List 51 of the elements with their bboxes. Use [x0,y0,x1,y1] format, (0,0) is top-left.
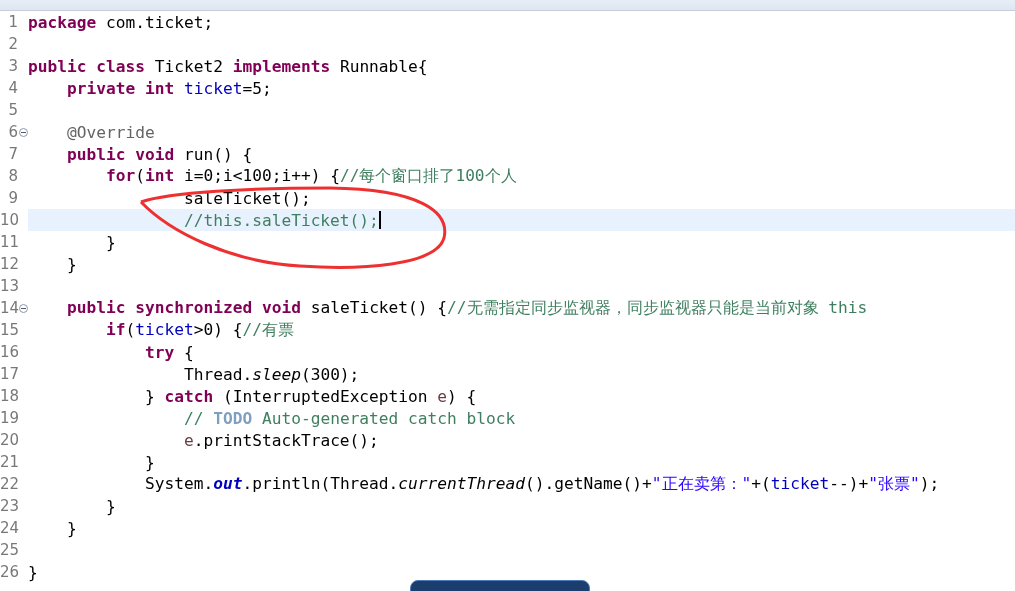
fold-toggle-icon[interactable] [19,303,28,313]
code-line: public class Ticket2 implements Runnable{ [28,56,428,76]
line-number: 2 [7,35,18,53]
line-number: 3 [7,57,18,75]
text-caret [378,211,381,229]
code-line: System.out.println(Thread.currentThread().getName()+"正在卖第："+(ticket--)+"张票"); [143,473,940,495]
line-number: 25 [0,541,18,559]
line-number: 17 [0,365,18,383]
line-number: 26 [0,563,18,581]
line-number: 13 [0,277,18,295]
line-number: 15 [0,321,18,339]
line-number: 9 [7,189,18,207]
line-number: 5 [7,101,18,119]
line-number: 11 [0,233,18,251]
code-line: public synchronized void saleTicket() {//无需指定同步监视器，同步监视器只能是当前对象 this [65,297,868,319]
code-line: public void run() { [65,144,253,164]
code-line: //this.saleTicket(); [182,210,379,230]
line-number: 1 [7,13,18,31]
code-line: Thread.sleep(300); [182,364,360,384]
line-number: 19 [0,409,18,427]
line-number: 23 [0,497,18,515]
code-line: } catch (InterruptedException e) { [143,386,477,406]
line-number: 16 [0,343,18,361]
code-line: package com.ticket; [28,12,214,32]
code-line: } [104,496,116,516]
line-number: 10 [0,211,18,229]
code-line: private int ticket=5; [65,78,272,98]
line-number: 14 [0,299,18,317]
code-line: } [65,254,77,274]
line-number: 18 [0,387,18,405]
line-number: 4 [7,79,18,97]
line-number: 22 [0,475,18,493]
code-line: } [28,562,38,582]
code-line: @Override [65,122,155,142]
code-line: e.printStackTrace(); [182,430,379,450]
line-number: 12 [0,255,18,273]
line-number: 21 [0,453,18,471]
line-number: 24 [0,519,18,537]
fold-toggle-icon[interactable] [19,127,28,137]
code-line: } [65,518,77,538]
line-number: 6 [7,123,18,141]
line-number: 7 [7,145,18,163]
code-line: for(int i=0;i<100;i++) {//每个窗口排了100个人 [104,165,517,187]
code-line: saleTicket(); [182,188,311,208]
code-line: } [143,452,155,472]
code-line: // TODO Auto-generated catch block [182,408,516,428]
line-number: 20 [0,431,18,449]
code-line: } [104,232,116,252]
code-line: if(ticket>0) {//有票 [104,319,294,341]
line-number: 8 [7,167,18,185]
code-line: try { [143,342,194,362]
